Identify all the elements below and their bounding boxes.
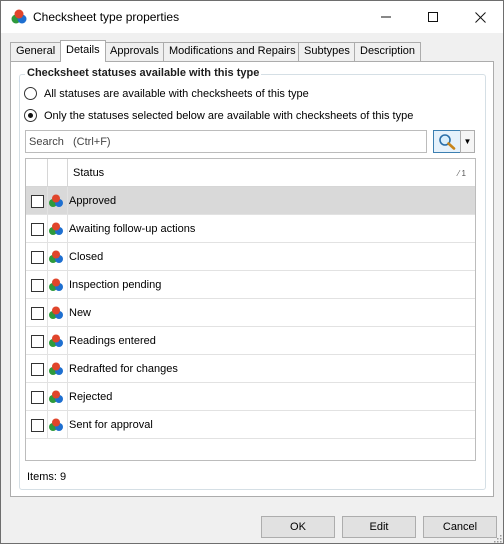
maximize-button[interactable] (410, 1, 456, 33)
row-status-label: Redrafted for changes (69, 363, 178, 375)
row-status-label: Approved (69, 195, 117, 207)
radio-all-statuses[interactable]: All statuses are available with checkshe… (24, 87, 309, 100)
search-icon (439, 134, 456, 150)
status-icon (49, 250, 63, 263)
table-row[interactable]: Awaiting follow-up actions (26, 215, 475, 243)
app-icon (11, 9, 27, 24)
row-status-label: Rejected (69, 391, 113, 403)
column-divider (67, 243, 68, 271)
ok-button[interactable]: OK (261, 516, 335, 538)
search-button[interactable] (433, 130, 461, 153)
sort-ascending-icon: ⁄ 1 (458, 169, 467, 178)
table-row[interactable]: Redrafted for changes (26, 355, 475, 383)
tab-general[interactable]: General (10, 42, 62, 61)
cancel-button[interactable]: Cancel (423, 516, 497, 538)
search-field[interactable] (25, 130, 427, 153)
column-divider (67, 187, 68, 215)
radio-selected-statuses[interactable]: Only the statuses selected below are ava… (24, 109, 413, 122)
row-checkbox[interactable] (31, 307, 44, 320)
status-icon (49, 362, 63, 375)
tab-description[interactable]: Description (354, 42, 422, 61)
minimize-icon (381, 16, 391, 18)
edit-button[interactable]: Edit (342, 516, 416, 538)
column-divider (67, 327, 68, 355)
status-grid: Status ⁄ 1 Approved Awaiting follow-up ac… (25, 158, 476, 461)
row-checkbox[interactable] (31, 223, 44, 236)
table-row[interactable]: Approved (26, 187, 475, 215)
radio-all-statuses-indicator[interactable] (24, 87, 37, 100)
status-icon (49, 334, 63, 347)
grid-header: Status ⁄ 1 (26, 159, 475, 187)
search-options-dropdown[interactable]: ▼ (460, 130, 475, 153)
status-icon (49, 194, 63, 207)
row-checkbox[interactable] (31, 391, 44, 404)
tab-approvals[interactable]: Approvals (104, 42, 165, 61)
column-divider (67, 383, 68, 411)
column-divider (67, 355, 68, 383)
status-icon (49, 278, 63, 291)
tab-details[interactable]: Details (60, 40, 106, 62)
properties-dialog: Checksheet type properties General Detai… (0, 0, 504, 544)
radio-selected-statuses-label: Only the statuses selected below are ava… (44, 109, 414, 122)
radio-selected-statuses-indicator[interactable] (24, 109, 37, 122)
header-icon-column[interactable] (48, 159, 68, 187)
row-status-label: Awaiting follow-up actions (69, 223, 196, 235)
items-count: Items: 9 (27, 471, 67, 483)
column-divider (67, 299, 68, 327)
row-status-label: New (69, 307, 92, 319)
table-row[interactable]: Inspection pending (26, 271, 475, 299)
row-status-label: Readings entered (69, 335, 156, 347)
tab-subtypes[interactable]: Subtypes (298, 42, 356, 61)
status-icon (49, 306, 63, 319)
header-check-column[interactable] (26, 159, 48, 187)
table-row[interactable]: Rejected (26, 383, 475, 411)
resize-grip-icon[interactable] (493, 534, 502, 543)
row-checkbox[interactable] (31, 279, 44, 292)
close-button[interactable] (457, 1, 503, 33)
row-status-label: Sent for approval (69, 419, 153, 431)
table-row[interactable]: Closed (26, 243, 475, 271)
status-icon (49, 390, 63, 403)
status-icon (49, 418, 63, 431)
tab-modifications-and-repairs[interactable]: Modifications and Repairs (163, 42, 302, 61)
header-status[interactable]: Status (73, 167, 104, 179)
group-title: Checksheet statuses available with this … (25, 67, 262, 79)
column-divider (67, 271, 68, 299)
row-checkbox[interactable] (31, 335, 44, 348)
status-icon (49, 222, 63, 235)
table-row[interactable]: Readings entered (26, 327, 475, 355)
title-bar[interactable]: Checksheet type properties (1, 1, 503, 33)
chevron-down-icon: ▼ (463, 137, 472, 146)
row-checkbox[interactable] (31, 195, 44, 208)
window-title: Checksheet type properties (33, 10, 180, 24)
column-divider (67, 411, 68, 439)
row-checkbox[interactable] (31, 251, 44, 264)
row-checkbox[interactable] (31, 419, 44, 432)
radio-all-statuses-label: All statuses are available with checkshe… (44, 87, 309, 100)
row-checkbox[interactable] (31, 363, 44, 376)
close-icon (474, 11, 486, 23)
row-status-label: Closed (69, 251, 104, 263)
maximize-icon (428, 12, 438, 22)
column-divider (67, 215, 68, 243)
table-row[interactable]: Sent for approval (26, 411, 475, 439)
minimize-button[interactable] (363, 1, 409, 33)
row-status-label: Inspection pending (69, 279, 162, 291)
table-row[interactable]: New (26, 299, 475, 327)
search-input[interactable] (26, 131, 426, 152)
